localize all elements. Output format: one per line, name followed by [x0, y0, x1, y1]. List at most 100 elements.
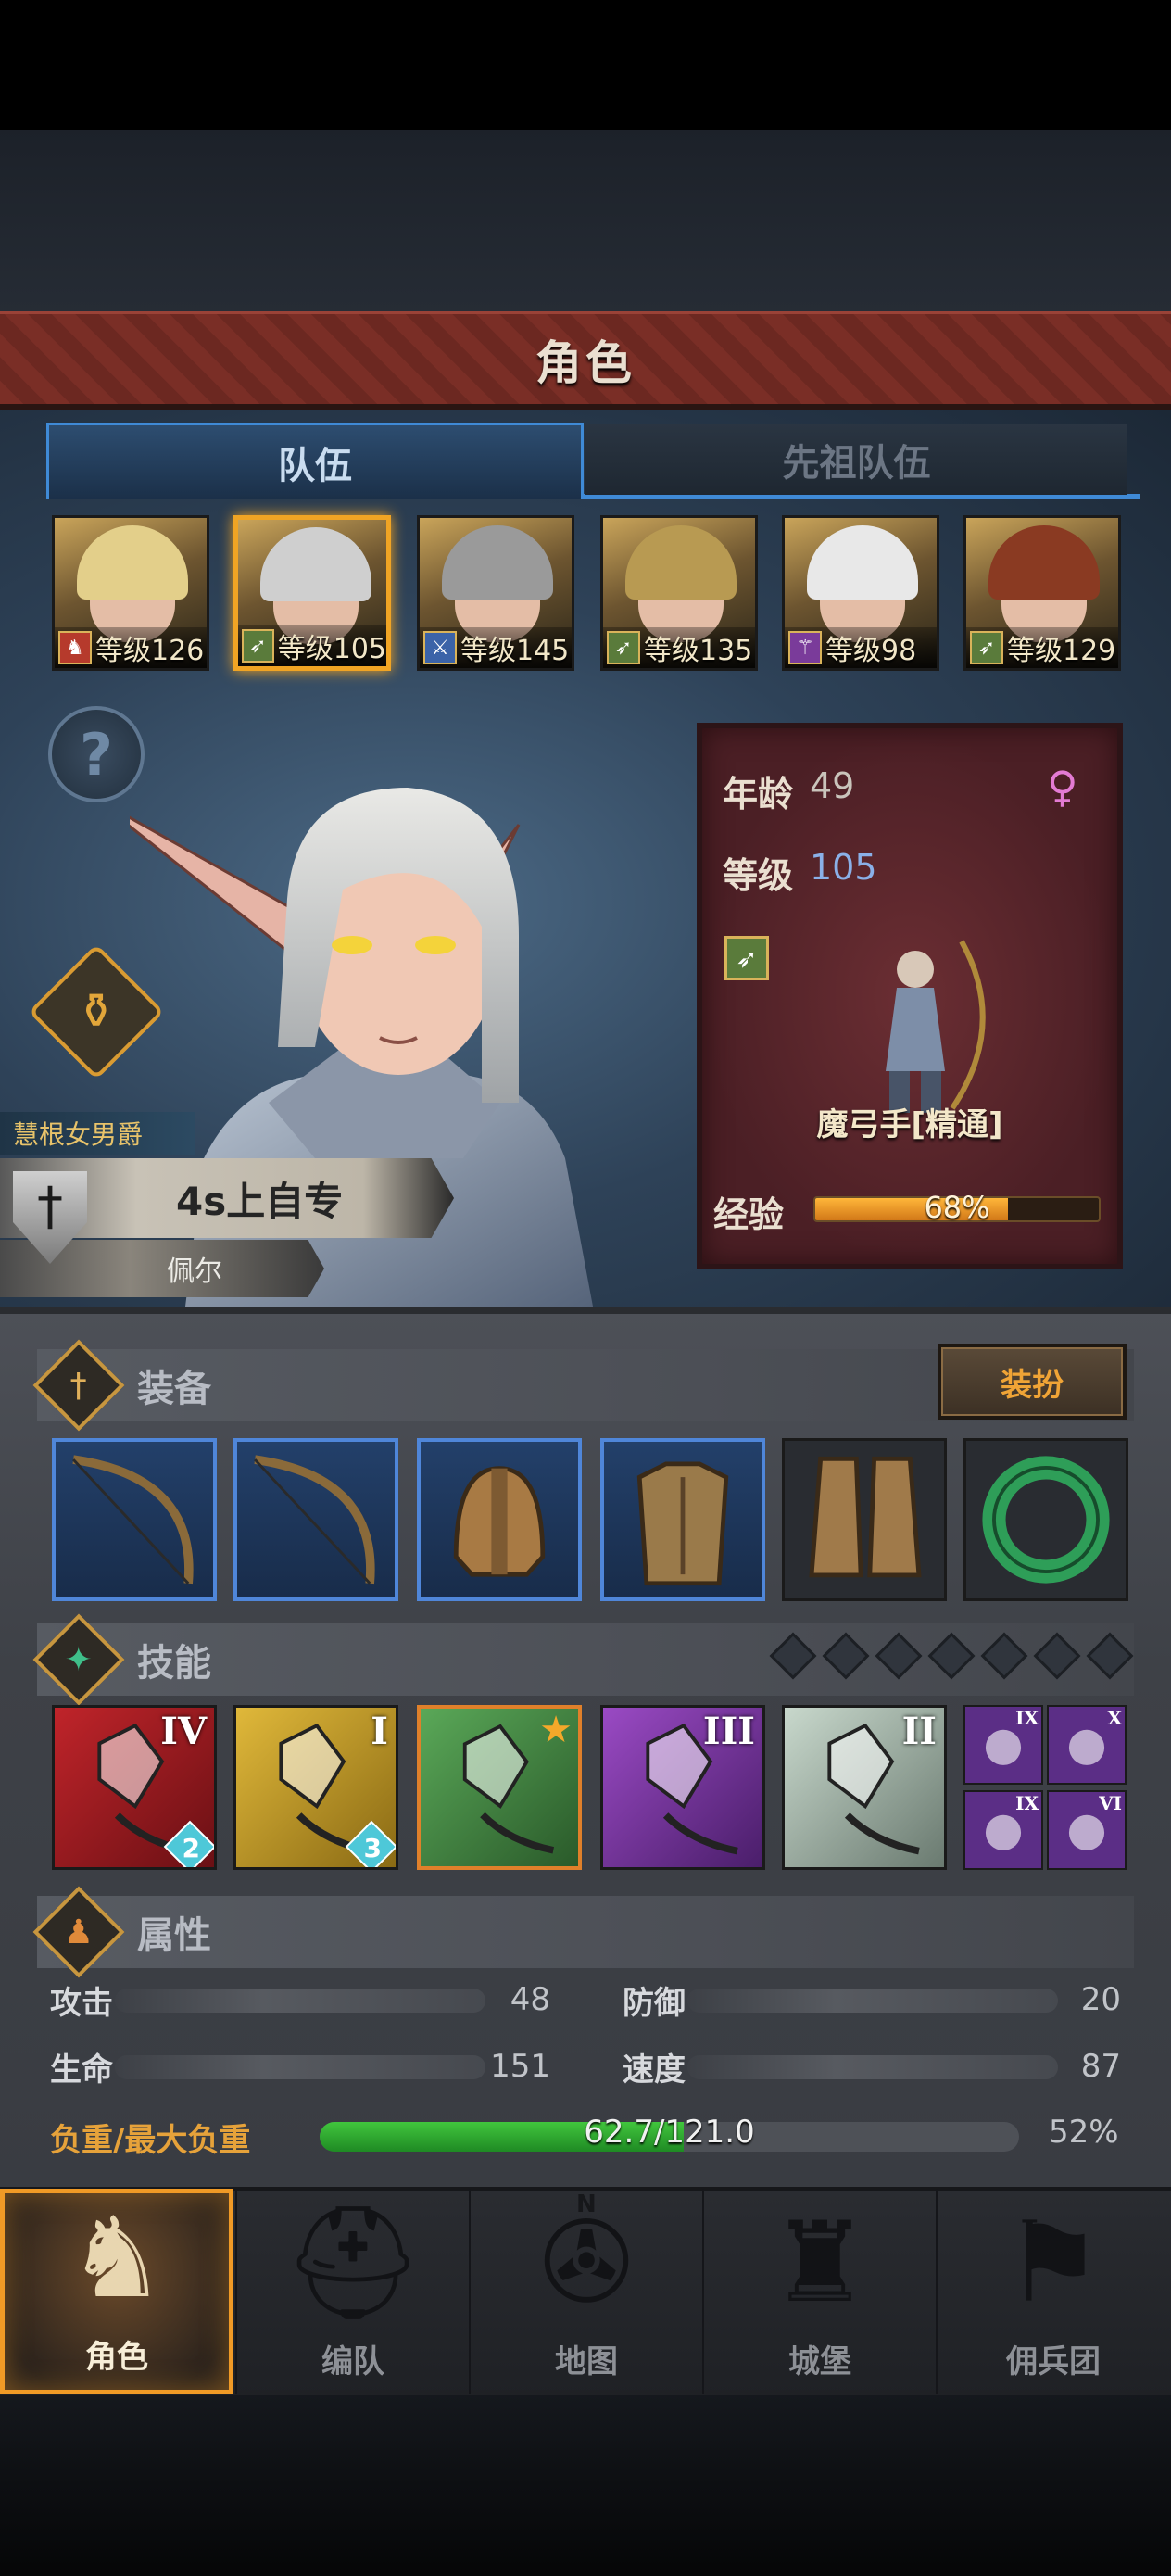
dagger-icon: †	[32, 1339, 125, 1432]
stat-defense: 防御 20	[623, 1976, 1121, 2024]
party-member-2[interactable]: ➶ 等级105	[233, 515, 391, 671]
star-icon: ★	[539, 1709, 573, 1751]
level-bar: ➶ 等级135	[603, 627, 755, 668]
age-label: 年龄	[723, 774, 794, 814]
nav-castle[interactable]: ♜ 城堡	[702, 2189, 936, 2394]
party-member-5[interactable]: ⚚ 等级98	[782, 515, 939, 671]
equipment-slot-6[interactable]	[963, 1438, 1128, 1601]
stat-hp: 生命 151	[50, 2042, 550, 2090]
level-bar: ➶ 等级105	[238, 625, 386, 666]
compass-icon: ✇	[539, 2199, 634, 2328]
bow-icon: ➶	[607, 631, 640, 664]
member-level: 等级145	[460, 635, 570, 667]
title-bar: 角色	[0, 311, 1171, 410]
bow-icon	[72, 1455, 194, 1585]
load-percent: 52%	[1049, 2114, 1119, 2151]
stat-speed: 速度 87	[623, 2042, 1121, 2090]
skills-title: 技能	[137, 1642, 211, 1685]
attack-track	[115, 1989, 485, 2013]
equipment-slot-4[interactable]	[600, 1438, 765, 1601]
portrait-face	[988, 525, 1100, 642]
passive-skill-3[interactable]: IX	[963, 1790, 1043, 1870]
tab-party-label: 队伍	[278, 444, 352, 487]
equipment-slot-5[interactable]	[782, 1438, 947, 1601]
character-subname: 佩尔	[167, 1256, 222, 1288]
passive-skill-2[interactable]: X	[1047, 1705, 1127, 1785]
horse-icon: ♞	[58, 631, 92, 664]
compass-north-label: N	[576, 2191, 597, 2218]
nav-compass[interactable]: ✇ 地图	[469, 2189, 702, 2394]
character-info-panel: 年龄 49 ♀ 等级 105 ➶ 魔弓手[精通] 经验 68%	[697, 723, 1123, 1269]
equipment-slot-3[interactable]	[417, 1438, 582, 1601]
skill-badge: 3	[363, 1833, 382, 1863]
armor-icon	[636, 1461, 729, 1586]
potion-icon: ⚱	[76, 983, 117, 1040]
portrait-face	[77, 525, 188, 642]
passive-rank: VI	[1099, 1792, 1122, 1814]
member-level: 等级98	[825, 635, 917, 667]
level-label: 等级	[723, 855, 794, 896]
attributes-title: 属性	[137, 1914, 211, 1957]
member-level: 等级129	[1007, 635, 1116, 667]
defense-track	[687, 1989, 1058, 2013]
party-member-4[interactable]: ➶ 等级135	[600, 515, 758, 671]
tab-party[interactable]: 队伍	[46, 423, 584, 499]
speed-value: 87	[1080, 2048, 1121, 2085]
female-icon: ♀	[1047, 762, 1078, 812]
passive-skill-1[interactable]: IX	[963, 1705, 1043, 1785]
class-figure-icon	[886, 940, 986, 1113]
portrait-hair	[77, 525, 188, 600]
skill-badge: 2	[182, 1833, 200, 1863]
dress-up-button[interactable]: 装扮	[938, 1344, 1127, 1420]
level-value: 105	[810, 847, 877, 888]
nav-helmet[interactable]: ⛑ 编队	[235, 2189, 469, 2394]
passive-rank: IX	[1015, 1707, 1039, 1729]
member-level: 等级135	[644, 635, 753, 667]
party-member-3[interactable]: ⚔ 等级145	[417, 515, 574, 671]
skill-slot-4[interactable]: III	[600, 1705, 765, 1870]
age-value: 49	[810, 765, 855, 806]
party-member-6[interactable]: ➶ 等级129	[963, 515, 1121, 671]
skill-rank: IV	[160, 1710, 207, 1753]
skill-rank: II	[901, 1710, 937, 1753]
skill-rank: I	[371, 1710, 388, 1753]
knight-icon: ♞	[67, 2194, 167, 2323]
staff-icon: ⚚	[788, 631, 822, 664]
defense-value: 20	[1080, 1981, 1121, 2018]
top-frame	[0, 130, 1171, 315]
class-name: 魔弓手[精通]	[816, 1106, 1003, 1143]
skill-slot-1[interactable]: IV 2	[52, 1705, 217, 1870]
helmet-icon	[453, 1466, 546, 1577]
equipment-slot-2[interactable]	[233, 1438, 398, 1601]
figure-icon: ♟	[32, 1886, 125, 1978]
attributes-header: ♟ 属性	[32, 1886, 1134, 1978]
hp-value: 151	[490, 2048, 550, 2085]
skill-slot-2[interactable]: I3	[233, 1705, 398, 1870]
nav-banner[interactable]: ⚑ 佣兵团	[936, 2189, 1169, 2394]
passive-rank: IX	[1015, 1792, 1039, 1814]
member-level: 等级126	[95, 635, 205, 667]
castle-icon: ♜	[770, 2199, 870, 2328]
equipment-title: 装备	[137, 1368, 211, 1410]
stat-attack: 攻击 48	[50, 1976, 550, 2024]
nav-knight[interactable]: ♞ 角色	[0, 2189, 233, 2394]
portrait-hair	[807, 525, 918, 600]
bottom-frame	[0, 2395, 1171, 2576]
passive-rank: X	[1107, 1707, 1122, 1729]
nav-label: 地图	[555, 2343, 618, 2380]
skill-slot-5[interactable]: II	[782, 1705, 947, 1870]
skill-slot-3[interactable]: ★	[417, 1705, 582, 1870]
level-bar: ⚚ 等级98	[785, 627, 937, 668]
portrait-hair	[442, 525, 553, 600]
level-bar: ♞ 等级126	[55, 627, 207, 668]
exp-percent: 68%	[924, 1190, 990, 1225]
passive-skill-4[interactable]: VI	[1047, 1790, 1127, 1870]
character-name: 4s上自专	[176, 1178, 344, 1224]
hp-track	[115, 2055, 485, 2079]
party-member-1[interactable]: ♞ 等级126	[52, 515, 209, 671]
page-title: 角色	[535, 335, 636, 390]
equipment-slot-1[interactable]	[52, 1438, 217, 1601]
tab-ancestor-party[interactable]: 先祖队伍	[586, 424, 1127, 495]
level-bar: ➶ 等级129	[966, 627, 1118, 668]
portrait-hair	[625, 525, 737, 600]
